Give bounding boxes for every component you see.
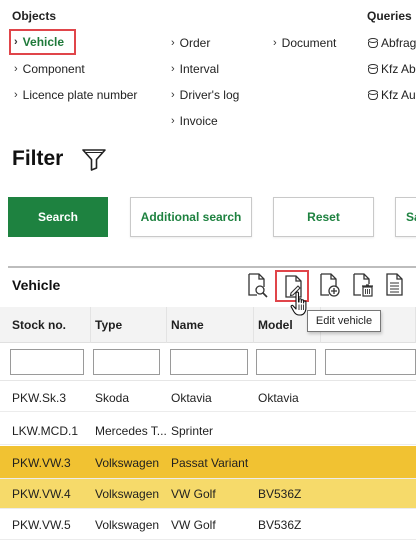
database-icon [367, 90, 378, 100]
cell-type: Volkswagen [95, 487, 160, 501]
cell-stock-no: PKW.VW.4 [12, 487, 71, 501]
list-document-icon[interactable] [383, 272, 407, 298]
stock-no-filter-input[interactable] [10, 349, 84, 375]
panel-divider [8, 266, 416, 268]
queries-heading: Queries [367, 9, 412, 23]
panel-title: Vehicle [12, 277, 61, 293]
query-item-label: Kfz Au [381, 88, 416, 102]
database-icon [367, 64, 378, 74]
chevron-right-icon: › [14, 63, 18, 75]
chevron-right-icon: › [171, 115, 175, 127]
menu-item-licence-plate[interactable]: › Licence plate number [14, 86, 137, 104]
menu-item-vehicle[interactable]: › Vehicle [9, 29, 77, 55]
cell-type: Mercedes T... [95, 423, 167, 438]
reset-button[interactable]: Reset [273, 197, 374, 237]
menu-item-label: Order [179, 36, 211, 50]
type-filter-input[interactable] [93, 349, 160, 375]
menu-item-label: Component [22, 62, 85, 76]
cell-name: VW Golf [171, 487, 216, 501]
menu-item-interval[interactable]: › Interval [171, 60, 219, 78]
column-filter-row [0, 343, 416, 381]
objects-heading: Objects [12, 9, 57, 23]
cell-stock-no: PKW.Sk.3 [12, 390, 67, 405]
chevron-right-icon: › [171, 89, 175, 101]
menu-item-label: Invoice [179, 114, 218, 128]
add-document-icon[interactable] [317, 272, 341, 298]
query-item-label: Abfrag [381, 36, 416, 50]
cell-type: Volkswagen [95, 517, 160, 532]
cell-type: Skoda [95, 390, 130, 405]
cell-name: Sprinter [171, 423, 214, 438]
additional-search-button[interactable]: Additional search [130, 197, 252, 237]
chevron-right-icon: › [14, 36, 18, 48]
search-button[interactable]: Search [8, 197, 108, 237]
table-row[interactable]: PKW.VW.5 Volkswagen VW Golf BV536Z [0, 509, 416, 540]
cell-model: Oktavia [258, 390, 299, 405]
save-button[interactable]: Sa [395, 197, 416, 237]
hand-cursor-icon [290, 291, 307, 316]
column-header-stock-no[interactable]: Stock no. [7, 307, 91, 343]
table-row-selected[interactable]: PKW.VW.3 Volkswagen Passat Variant [0, 446, 416, 479]
cell-model: BV536Z [258, 517, 302, 532]
cell-stock-no: LKW.MCD.1 [12, 423, 79, 438]
chevron-right-icon: › [171, 37, 175, 49]
cell-name: VW Golf [171, 517, 216, 532]
cell-name: Passat Variant [171, 455, 249, 470]
database-icon [367, 38, 378, 48]
name-filter-input[interactable] [170, 349, 248, 375]
delete-document-icon[interactable] [350, 272, 374, 298]
menu-item-drivers-log[interactable]: › Driver's log [171, 86, 239, 104]
table-row-selected[interactable]: PKW.VW.4 Volkswagen VW Golf BV536Z [0, 479, 416, 509]
filter-title: Filter [12, 147, 64, 170]
query-item[interactable]: Kfz Au [367, 86, 416, 104]
menu-item-label: Vehicle [22, 35, 65, 49]
menu-item-label: Interval [179, 62, 220, 76]
query-item[interactable]: Kfz Ab [367, 60, 416, 78]
cell-name: Oktavia [171, 390, 212, 405]
chevron-right-icon: › [171, 63, 175, 75]
query-item[interactable]: Abfrag [367, 34, 416, 52]
query-item-label: Kfz Ab [381, 62, 416, 76]
view-document-icon[interactable] [245, 272, 269, 298]
cell-model [253, 446, 321, 479]
menu-item-label: Licence plate number [22, 88, 138, 102]
menu-item-order[interactable]: › Order [171, 34, 210, 52]
table-row[interactable]: LKW.MCD.1 Mercedes T... Sprinter [0, 416, 416, 445]
menu-item-label: Document [281, 36, 337, 50]
edit-vehicle-tooltip: Edit vehicle [307, 310, 381, 332]
funnel-icon[interactable] [82, 149, 106, 171]
column-header-type[interactable]: Type [90, 307, 167, 343]
table-row[interactable]: PKW.Sk.3 Skoda Oktavia Oktavia [0, 383, 416, 412]
cell-model [253, 416, 321, 445]
menu-item-component[interactable]: › Component [14, 60, 85, 78]
column-header-name[interactable]: Name [166, 307, 254, 343]
cell-stock-no: PKW.VW.3 [12, 455, 71, 470]
model-filter-input[interactable] [256, 349, 316, 375]
chevron-right-icon: › [14, 89, 18, 101]
chevron-right-icon: › [273, 37, 277, 49]
identification-filter-input[interactable] [325, 349, 416, 375]
cell-stock-no: PKW.VW.5 [12, 517, 71, 532]
cell-type: Volkswagen [95, 455, 160, 470]
menu-item-document[interactable]: › Document [273, 34, 336, 52]
cell-model: BV536Z [258, 487, 302, 501]
menu-item-label: Driver's log [179, 88, 240, 102]
menu-item-invoice[interactable]: › Invoice [171, 112, 218, 130]
